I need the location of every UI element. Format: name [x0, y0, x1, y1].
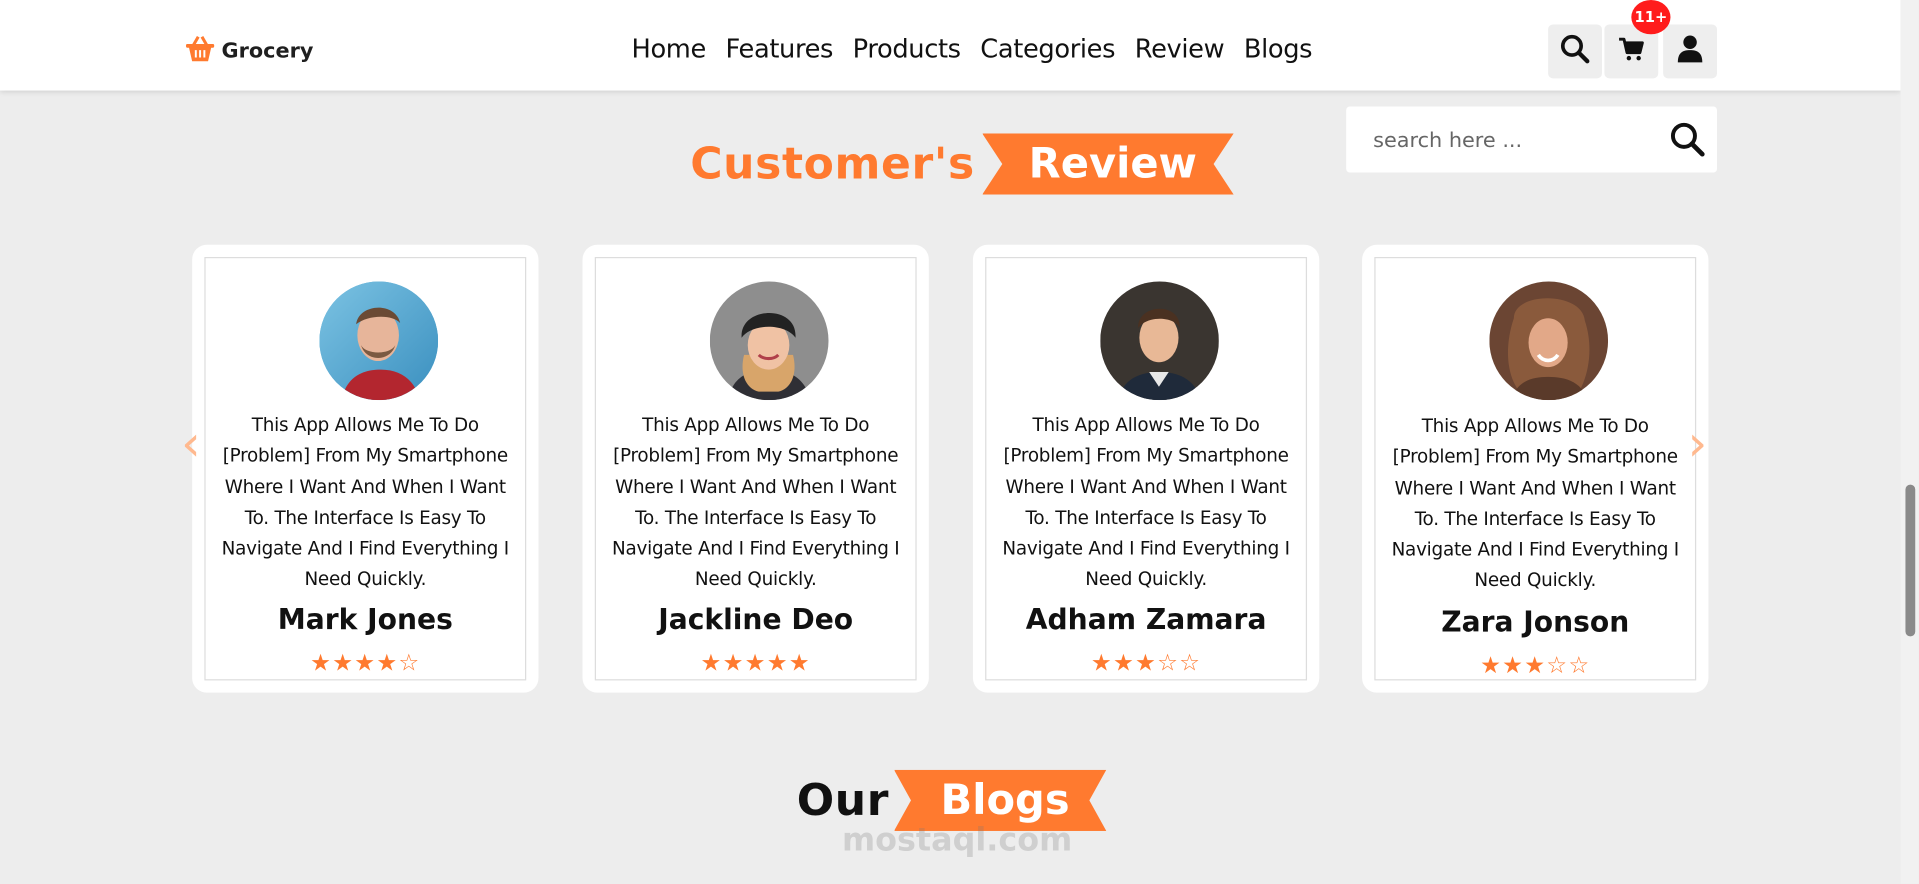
- carousel-next-arrow[interactable]: ›: [1688, 416, 1708, 472]
- cart-count-badge: 11+: [1631, 0, 1671, 35]
- page-scrollbar[interactable]: [1900, 0, 1919, 884]
- top-navbar: Grocery Home Features Products Categorie…: [0, 0, 1901, 91]
- user-icon: [1677, 34, 1704, 68]
- review-card: This App Allows Me To Do [Problem] From …: [192, 244, 539, 693]
- carousel-prev-arrow[interactable]: ‹: [181, 416, 201, 472]
- star-rating: ★★★☆☆: [1480, 652, 1591, 680]
- review-text: This App Allows Me To Do [Problem] From …: [612, 413, 900, 591]
- avatar: [1489, 281, 1609, 401]
- review-text: This App Allows Me To Do [Problem] From …: [221, 413, 510, 591]
- review-card: This App Allows Me To Do [Problem] From …: [1362, 244, 1709, 693]
- nav-review[interactable]: Review: [1135, 34, 1225, 63]
- reviewer-name: Zara Jonson: [1441, 607, 1630, 639]
- review-section-title: Customer's Review: [690, 133, 1234, 195]
- blogs-title-plain: Our: [796, 775, 890, 826]
- avatar: [709, 281, 829, 401]
- search-icon: [1559, 33, 1591, 70]
- review-text: This App Allows Me To Do [Problem] From …: [1002, 413, 1290, 591]
- search-submit-icon[interactable]: [1669, 121, 1706, 163]
- nav-home[interactable]: Home: [631, 34, 706, 63]
- avatar: [1100, 281, 1219, 401]
- nav-features[interactable]: Features: [726, 34, 834, 63]
- search-box: [1346, 106, 1717, 173]
- cart-icon: [1618, 37, 1645, 66]
- review-text: This App Allows Me To Do [Problem] From …: [1391, 414, 1680, 592]
- search-toggle-button[interactable]: [1548, 24, 1602, 79]
- reviewer-name: Mark Jones: [277, 604, 453, 637]
- nav-blogs[interactable]: Blogs: [1244, 34, 1313, 63]
- avatar: [319, 281, 439, 401]
- nav-products[interactable]: Products: [853, 34, 961, 63]
- brand-name: Grocery: [221, 39, 314, 64]
- review-title-plain: Customer's: [690, 138, 975, 190]
- reviewer-name: Jackline Deo: [658, 604, 854, 637]
- star-rating: ★★★★★: [700, 649, 811, 677]
- basket-icon: [184, 34, 217, 68]
- reviewer-name: Adham Zamara: [1025, 604, 1267, 637]
- review-card: This App Allows Me To Do [Problem] From …: [972, 244, 1320, 693]
- nav-categories[interactable]: Categories: [980, 34, 1115, 63]
- star-rating: ★★★☆☆: [1090, 649, 1202, 677]
- brand-logo[interactable]: Grocery: [184, 34, 314, 68]
- search-input[interactable]: [1370, 123, 1658, 158]
- scrollbar-thumb[interactable]: [1905, 484, 1916, 637]
- review-card: This App Allows Me To Do [Problem] From …: [582, 244, 929, 693]
- main-nav: Home Features Products Categories Review…: [631, 34, 1312, 63]
- watermark: mostaql.com: [841, 822, 1073, 860]
- review-title-ribbon: Review: [982, 133, 1234, 195]
- account-button[interactable]: [1663, 24, 1717, 79]
- star-rating: ★★★★☆: [310, 649, 421, 677]
